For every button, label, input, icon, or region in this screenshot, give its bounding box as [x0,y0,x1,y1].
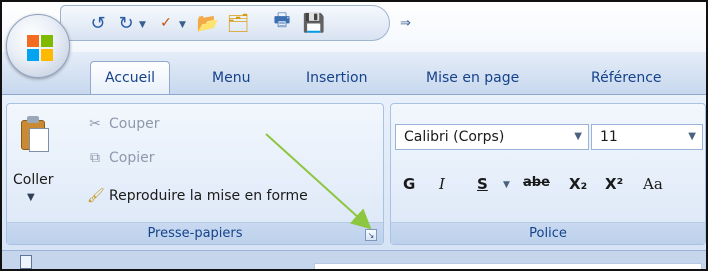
chevron-down-icon: ▼ [688,131,696,142]
subscript-button[interactable]: X₂ [569,175,587,193]
new-folder-icon[interactable]: 🗂 [225,10,251,36]
cut-button[interactable]: ✂ Couper [87,116,159,132]
tab-menu[interactable]: Menu [198,61,264,94]
underline-dropdown-arrow[interactable]: ▼ [503,180,510,190]
cut-label: Couper [109,116,160,132]
copy-icon: ⧉ [90,150,100,166]
title-bar: ↺ ↻ ▼ ✓ ▼ 📂 🗂 🖶 💾 ⇒ [2,2,706,52]
ribbon-tab-bar: Accueil Menu Insertion Mise en page Réfé… [2,52,706,94]
font-group-title: Police [391,222,705,244]
format-painter-button[interactable]: 🖌 Reproduire la mise en forme [87,188,308,204]
redo-icon[interactable]: ↻ [113,10,139,36]
horizontal-ruler [314,263,702,269]
font-name-select[interactable]: Calibri (Corps) ▼ [395,124,589,150]
clipboard-group: Coller ▼ ✂ Couper ⧉ Copier 🖌 Reproduire … [6,103,384,245]
format-painter-label: Reproduire la mise en forme [109,188,308,204]
tab-accueil[interactable]: Accueil [90,61,170,94]
change-case-button[interactable]: Aa [643,175,663,193]
paste-dropdown-arrow[interactable]: ▼ [27,192,35,203]
open-folder-icon[interactable]: 📂 [195,10,221,36]
tab-mise-en-page[interactable]: Mise en page [412,61,533,94]
clipboard-dialog-launcher-icon[interactable]: ↘ [365,229,377,241]
paste-icon[interactable] [19,114,51,152]
ruler-tab-selector[interactable] [20,255,32,269]
office-logo-icon [27,35,53,61]
paste-button[interactable]: Coller [13,172,54,188]
font-group: Calibri (Corps) ▼ 11 ▼ G I S ▼ abe X₂ X²… [390,103,706,245]
print-preview-icon[interactable]: 🖶 [269,10,295,36]
save-icon[interactable]: 💾 [301,10,327,36]
chevron-down-icon: ▼ [574,131,582,142]
qat-dropdown-arrow[interactable]: ▼ [139,20,146,30]
font-size-value: 11 [600,129,618,145]
italic-button[interactable]: I [439,175,445,193]
superscript-button[interactable]: X² [605,175,623,193]
font-size-select[interactable]: 11 ▼ [591,124,703,150]
tab-insertion[interactable]: Insertion [292,61,381,94]
ribbon: Coller ▼ ✂ Couper ⧉ Copier 🖌 Reproduire … [2,94,706,250]
word-2007-window: ↺ ↻ ▼ ✓ ▼ 📂 🗂 🖶 💾 ⇒ Accueil Menu Inserti… [0,0,708,271]
office-button[interactable] [6,14,70,78]
strikethrough-button[interactable]: abe [523,175,550,190]
clipboard-group-title: Presse-papiers [7,222,383,244]
qat-dropdown-arrow-2[interactable]: ▼ [179,20,186,30]
quick-access-toolbar: ↺ ↻ ▼ ✓ ▼ 📂 🗂 🖶 💾 [60,5,390,41]
scissors-icon: ✂ [89,116,101,132]
bold-button[interactable]: G [403,175,415,193]
tab-references[interactable]: Référence [577,61,676,94]
font-name-value: Calibri (Corps) [404,129,505,145]
customize-qat-icon[interactable]: ⇒ [400,16,411,31]
spelling-icon[interactable]: ✓ [153,10,179,36]
underline-button[interactable]: S [477,175,488,193]
undo-icon[interactable]: ↺ [85,10,111,36]
ruler-strip [2,250,706,269]
copy-button[interactable]: ⧉ Copier [87,150,155,166]
paintbrush-icon: 🖌 [87,188,105,204]
copy-label: Copier [109,150,155,166]
